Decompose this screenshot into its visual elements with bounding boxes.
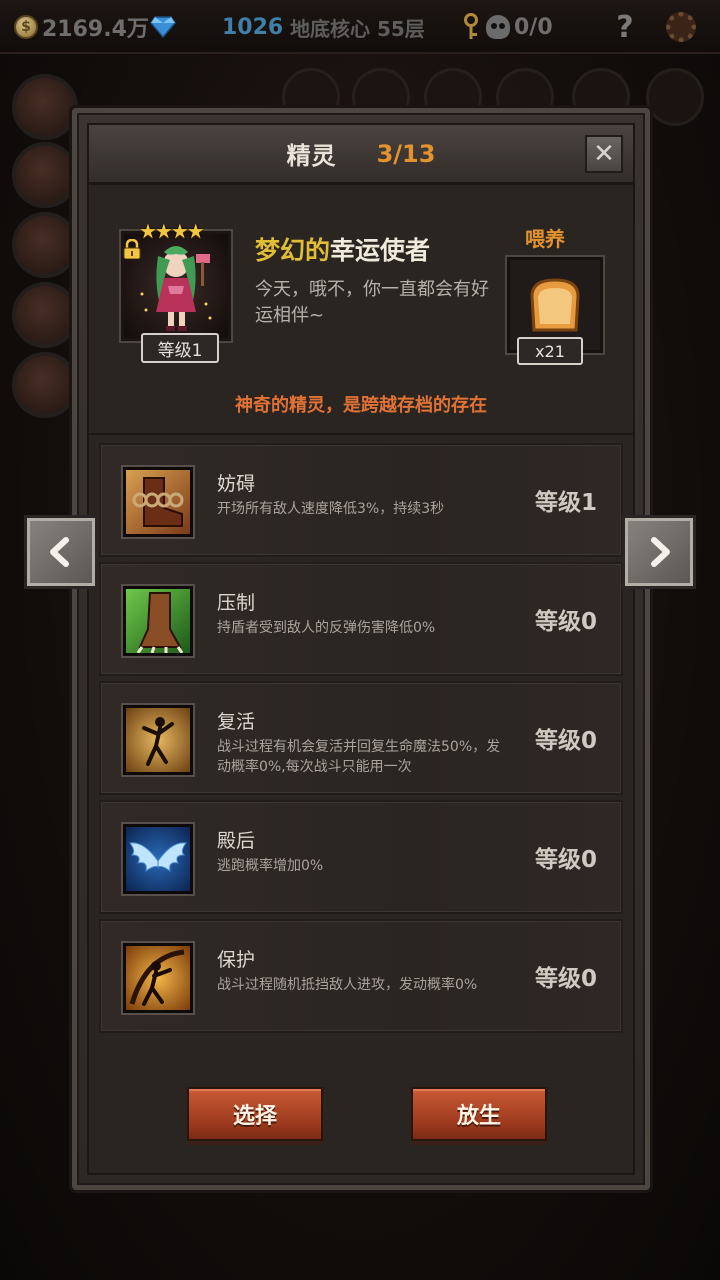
skill-description: 持盾者受到敌人的反弹伤害降低0%: [217, 620, 436, 636]
background-hero-avatar: [12, 352, 78, 418]
background-hero-avatar: [12, 282, 78, 348]
skill-description: 逃跑概率增加0%: [217, 858, 324, 874]
beast-claw-icon: [123, 586, 193, 656]
skill-row[interactable]: 妨碍 开场所有敌人速度降低3%，持续3秒 等级1: [99, 443, 623, 557]
skill-level: 等级0: [534, 966, 597, 992]
skill-name: 妨碍: [217, 473, 256, 495]
dialog-body: 精灵 3/13 ✕ ★★★★ 等级1 梦幻的幸运使者 今天，哦不，你一直都会有好…: [87, 123, 635, 1175]
sprite-name-prefix: 梦幻的: [255, 236, 331, 265]
feed-label: 喂养: [525, 227, 565, 251]
gem-counter: 1026: [222, 10, 283, 44]
skill-description: 战斗过程随机抵挡敌人进攻，发动概率0%: [217, 977, 478, 993]
release-button[interactable]: 放生: [411, 1087, 547, 1141]
background-hero-avatar: [12, 142, 78, 208]
skill-row[interactable]: 殿后 逃跑概率增加0% 等级0: [99, 800, 623, 914]
gem-display: [150, 10, 180, 44]
coin-counter: $ 2169.4万: [14, 10, 149, 44]
skill-level: 等级0: [534, 728, 597, 754]
diamond-icon: [150, 16, 176, 38]
close-icon: ✕: [593, 139, 615, 169]
skull-icon: [486, 15, 510, 39]
guardian-figure-icon: [123, 943, 193, 1013]
sprite-level-badge: 等级1: [141, 333, 219, 363]
skill-name: 保护: [217, 949, 256, 971]
help-button[interactable]: ?: [610, 9, 640, 45]
skill-row[interactable]: 复活 战斗过程有机会复活并回复生命魔法50%，发动概率0%,每次战斗只能用一次 …: [99, 681, 623, 795]
background-slot: [646, 68, 704, 126]
skill-description: 战斗过程有机会复活并回复生命魔法50%，发动概率0%,每次战斗只能用一次: [217, 739, 501, 775]
dialog-title: 精灵: [286, 142, 337, 170]
dancing-figure-icon: [123, 705, 193, 775]
chevron-left-icon: [50, 537, 69, 567]
sprite-name-main: 幸运使者: [330, 236, 431, 265]
sprite-note: 神奇的精灵，是跨越存档的存在: [235, 395, 487, 416]
key-counter: 0/0: [460, 10, 553, 44]
sprite-dialog: 精灵 3/13 ✕ ★★★★ 等级1 梦幻的幸运使者 今天，哦不，你一直都会有好…: [72, 108, 650, 1190]
gear-icon: [666, 12, 696, 42]
key-icon: [464, 13, 478, 39]
previous-sprite-button[interactable]: [24, 515, 98, 589]
sprite-header: ★★★★ 等级1 梦幻的幸运使者 今天，哦不，你一直都会有好运相伴~ 喂养 x2…: [89, 197, 633, 435]
skill-name: 殿后: [217, 830, 256, 852]
settings-button[interactable]: [666, 10, 696, 44]
question-mark-icon: ?: [616, 9, 634, 45]
skill-name: 压制: [217, 592, 256, 614]
background-hero-avatar: [12, 212, 78, 278]
skill-level: 等级0: [534, 847, 597, 873]
skill-row[interactable]: 保护 战斗过程随机抵挡敌人进攻，发动概率0% 等级0: [99, 919, 623, 1033]
sprite-name: 梦幻的幸运使者: [255, 231, 430, 267]
game-screen: $ 2169.4万 1026 地底核心 55层 0/0 ? 精灵 3/13 ✕ …: [0, 0, 720, 1280]
close-button[interactable]: ✕: [585, 135, 623, 173]
skill-level: 等级0: [534, 609, 597, 635]
wings-icon: [123, 824, 193, 894]
skill-level: 等级1: [534, 490, 597, 516]
rarity-stars: ★★★★: [139, 219, 205, 243]
chevron-right-icon: [651, 537, 670, 567]
skill-list: 妨碍 开场所有敌人速度降低3%，持续3秒 等级1 压制 持盾者受到敌人的反弹伤害…: [99, 443, 623, 1038]
next-sprite-button[interactable]: [622, 515, 696, 589]
dungeon-location: 地底核心 55层: [290, 10, 425, 44]
background-hero-avatar: [12, 74, 78, 140]
location-label: 地底核心 55层: [290, 16, 425, 41]
skill-row[interactable]: 压制 持盾者受到敌人的反弹伤害降低0% 等级0: [99, 562, 623, 676]
gem-amount: 1026: [222, 14, 284, 40]
coin-amount: 2169.4万: [42, 17, 149, 42]
feed-item-count: x21: [517, 337, 583, 365]
skill-name: 复活: [217, 711, 256, 733]
sprite-counter: 3/13: [376, 139, 436, 168]
resource-bar: $ 2169.4万 1026 地底核心 55层 0/0 ?: [0, 0, 720, 54]
select-button[interactable]: 选择: [187, 1087, 323, 1141]
sprite-description: 今天，哦不，你一直都会有好运相伴~: [255, 279, 489, 326]
chained-boot-icon: [123, 467, 193, 537]
skill-description: 开场所有敌人速度降低3%，持续3秒: [217, 501, 445, 517]
key-count: 0/0: [514, 14, 553, 40]
coin-icon: $: [14, 15, 38, 39]
dialog-titlebar: 精灵 3/13 ✕: [89, 125, 633, 185]
lock-icon[interactable]: [123, 239, 141, 259]
